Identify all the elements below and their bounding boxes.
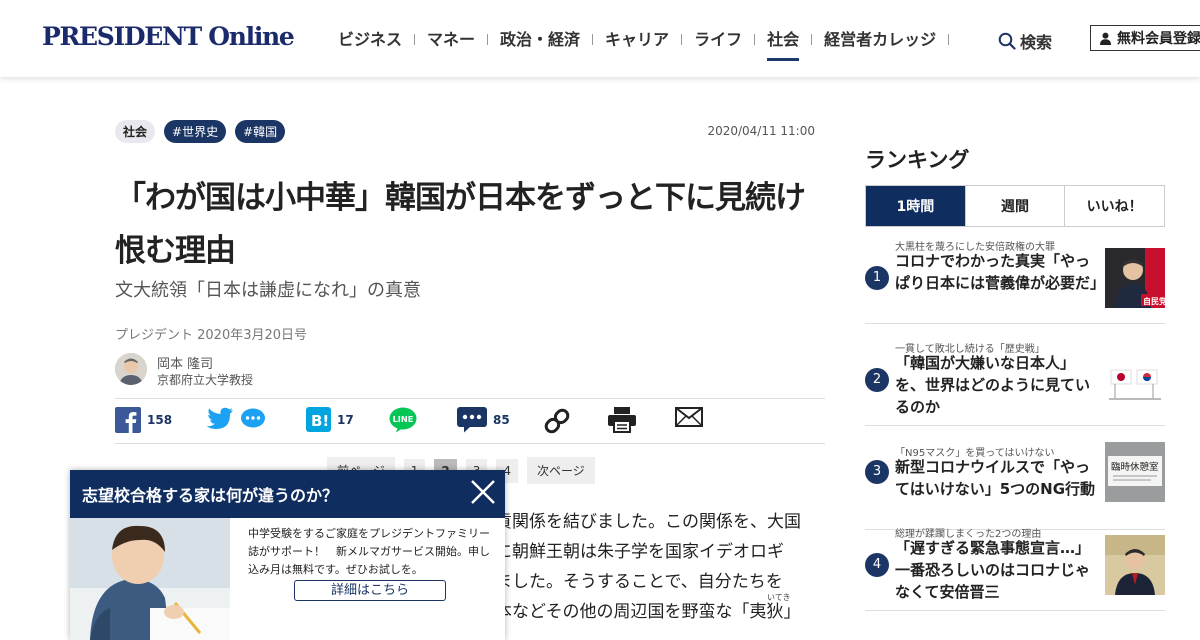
twitter-share[interactable] xyxy=(206,407,266,431)
facebook-count: 158 xyxy=(147,413,173,427)
ranking-title: ランキング xyxy=(865,148,970,172)
member-register-label: 無料会員登録 xyxy=(1117,31,1200,47)
author-title: 京都府立大学教授 xyxy=(157,373,254,387)
notice-sign-photo: 臨時休憩室 xyxy=(1105,442,1165,502)
rank-headline: 新型コロナウイルスで「やってはいけない」5つのNG行動 xyxy=(895,458,1096,498)
tag-world-history[interactable]: #世界史 xyxy=(164,120,227,143)
nav-divider xyxy=(487,34,489,45)
line-share[interactable]: LINE xyxy=(389,407,417,433)
popup-header: 志望校合格する家は何が違うのか？ xyxy=(70,470,505,518)
tab-weekly[interactable]: 週間 xyxy=(964,186,1065,226)
nav-divider xyxy=(948,34,950,45)
body-line: 貢関係を結びました。この関係を、大国 xyxy=(495,512,801,532)
svg-text:自民党: 自民党 xyxy=(1143,296,1165,306)
rank-number: 2 xyxy=(865,368,889,392)
twitter-bird-icon xyxy=(206,407,233,429)
hatena-share[interactable]: B! 17 xyxy=(306,407,354,432)
email-share[interactable] xyxy=(675,407,703,427)
print-button[interactable] xyxy=(608,407,636,433)
studying-child-photo xyxy=(70,518,230,640)
ranking-tabs: 1時間 週間 いいね！ xyxy=(865,185,1165,227)
article-source: プレジデント 2020年3月20日号 xyxy=(115,328,308,343)
nav-divider xyxy=(414,34,416,45)
author-name[interactable]: 岡本 隆司 xyxy=(157,353,213,372)
ranking-item[interactable]: 2 一貫して敗北し続ける「歴史戦」 「韓国が大嫌いな日本人」を、世界はどのように… xyxy=(865,340,1165,426)
prime-minister-photo xyxy=(1105,535,1165,595)
tab-hourly[interactable]: 1時間 xyxy=(866,186,965,226)
nav-divider xyxy=(592,34,594,45)
close-icon[interactable] xyxy=(469,478,497,506)
thumb-sign-text: 臨時休憩室 xyxy=(1111,461,1159,473)
popup-title: 志望校合格する家は何が違うのか？ xyxy=(82,486,339,505)
nav-business[interactable]: ビジネス xyxy=(338,26,402,61)
popup-details-button[interactable]: 詳細はこちら xyxy=(294,580,446,601)
hatena-bookmark-icon: B! xyxy=(306,407,331,432)
popup-image xyxy=(70,518,230,640)
comment-count: 85 xyxy=(493,413,510,427)
svg-text:B!: B! xyxy=(311,412,329,430)
site-header: PRESIDENT Online ビジネス マネー 政治・経済 キャリア ライフ… xyxy=(0,0,1200,77)
article-tags: 社会 #世界史 #韓国 xyxy=(115,120,286,143)
rank-thumbnail xyxy=(1105,352,1165,412)
search-button[interactable]: 検索 xyxy=(998,29,1052,53)
nav-society[interactable]: 社会 xyxy=(767,26,800,61)
search-label: 検索 xyxy=(1020,33,1053,52)
hatena-count: 17 xyxy=(337,412,354,427)
nav-divider xyxy=(811,34,813,45)
main-nav: ビジネス マネー 政治・経済 キャリア ライフ 社会 経営者カレッジ xyxy=(338,26,961,61)
rank-headline: 「遅すぎる緊急事態宣言…」一番恐ろしいのはコロナじゃなくて安倍晋三 xyxy=(895,539,1091,601)
ranking-item[interactable]: 4 総理が蹂躙しまくった2つの理由 「遅すぎる緊急事態宣言…」一番恐ろしいのはコ… xyxy=(865,525,1165,611)
facebook-share[interactable]: 158 xyxy=(115,407,172,433)
tag-category[interactable]: 社会 xyxy=(115,120,156,143)
comment-share[interactable]: 85 xyxy=(457,407,510,433)
ranking-item[interactable]: 1 大黒柱を蔑ろにした安倍政権の大罪 コロナでわかった真実「やっぱり日本には菅義… xyxy=(865,238,1165,324)
body-line: に朝鮮王朝は朱子学を国家イデオロギ xyxy=(495,542,784,562)
rank-number: 3 xyxy=(865,460,889,484)
article-subtitle: 文大統領「日本は謙虚になれ」の真意 xyxy=(115,280,421,301)
rank-headline: コロナでわかった真実「やっぱり日本には菅義偉が必要だ」 xyxy=(895,252,1106,292)
line-icon: LINE xyxy=(389,407,417,433)
member-register-button[interactable]: 無料会員登録 xyxy=(1090,25,1200,51)
nav-executive-college[interactable]: 経営者カレッジ xyxy=(824,26,936,61)
author-avatar[interactable] xyxy=(115,353,147,385)
rank-thumbnail: 自民党 xyxy=(1105,248,1165,308)
copy-link-button[interactable] xyxy=(543,407,571,435)
search-icon xyxy=(998,32,1016,50)
popup-description: 中学受験をするご家庭をプレジデントファミリー誌がサポート！ 新メルマガサービス開… xyxy=(248,527,490,576)
share-bar: 158 B! 17 LINE 85 xyxy=(115,398,825,444)
mail-icon xyxy=(675,407,703,427)
link-icon xyxy=(544,408,570,434)
site-logo[interactable]: PRESIDENT Online xyxy=(42,22,295,51)
article-date: 2020/04/11 11:00 xyxy=(707,124,815,138)
facebook-icon xyxy=(115,407,141,433)
nav-money[interactable]: マネー xyxy=(427,26,475,61)
nav-divider xyxy=(754,34,756,45)
nav-life[interactable]: ライフ xyxy=(694,26,742,61)
rank-number: 4 xyxy=(865,553,889,577)
rank-thumbnail: 臨時休憩室 xyxy=(1105,442,1165,502)
article-body: 貢関係を結びました。この関係を、大国 に朝鮮王朝は朱子学を国家イデオロギ ました… xyxy=(495,507,825,627)
twitter-reply-icon xyxy=(241,408,265,428)
ruby-reading: いてき xyxy=(767,593,791,602)
article-title: 「わが国は小中華」韓国が日本をずっと下に見続け恨む理由 xyxy=(115,180,806,269)
rank-thumbnail xyxy=(1105,535,1165,595)
tag-korea[interactable]: #韓国 xyxy=(235,120,286,143)
nav-politics-economy[interactable]: 政治・経済 xyxy=(500,26,580,61)
nav-career[interactable]: キャリア xyxy=(605,26,669,61)
newsletter-popup: 志望校合格する家は何が違うのか？ 中学受験をするご家庭をプレジデントファミリー誌… xyxy=(70,470,505,640)
politician-photo: 自民党 xyxy=(1105,248,1165,308)
nav-divider xyxy=(681,34,683,45)
next-page-button[interactable]: 次ページ xyxy=(527,457,595,484)
tab-likes[interactable]: いいね！ xyxy=(1064,186,1164,226)
user-icon xyxy=(1100,32,1111,45)
printer-icon xyxy=(608,407,636,433)
flags-photo xyxy=(1105,352,1165,412)
rank-number: 1 xyxy=(865,266,889,290)
svg-text:LINE: LINE xyxy=(393,414,414,424)
author-photo xyxy=(115,353,147,385)
rank-headline: 「韓国が大嫌いな日本人」を、世界はどのように見ているのか xyxy=(895,354,1091,416)
comment-icon xyxy=(457,407,487,433)
ranking-item[interactable]: 3 「N95マスク」を買ってはいけない 新型コロナウイルスで「やってはいけない」… xyxy=(865,442,1165,530)
